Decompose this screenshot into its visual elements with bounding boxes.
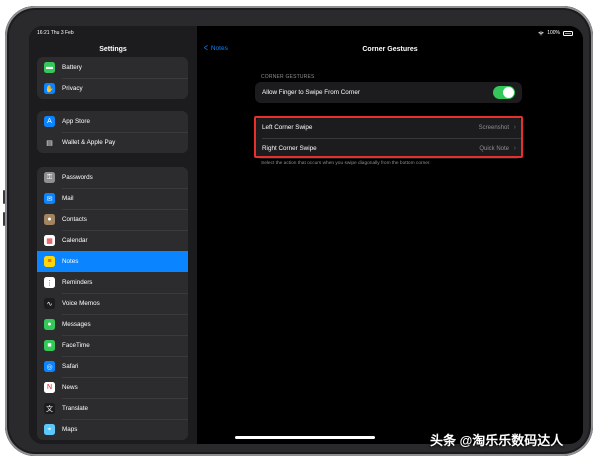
- translate-icon: 文: [44, 403, 55, 414]
- sidebar-item-label: Battery: [62, 64, 82, 71]
- sidebar-item-label: Voice Memos: [62, 300, 100, 307]
- status-time: 16:21 Thu 3 Feb: [37, 30, 74, 36]
- sidebar-item-wallet-apple-pay[interactable]: ▤ Wallet & Apple Pay: [37, 132, 188, 153]
- sidebar-group-system: ▬ Battery ✋ Privacy: [37, 57, 188, 99]
- maps-icon: ⌖: [44, 424, 55, 435]
- ipad-frame: 16:21 Thu 3 Feb 100% Settings ▬ Battery ✋ P…: [5, 6, 593, 456]
- safari-icon: ◎: [44, 361, 55, 372]
- reminders-icon: ⋮: [44, 277, 55, 288]
- side-button: [3, 190, 5, 204]
- status-right: 100%: [538, 30, 573, 36]
- wifi-icon: [538, 31, 544, 35]
- section-footnote: Select the action that occurs when you s…: [261, 161, 431, 166]
- sidebar-item-label: Privacy: [62, 85, 83, 92]
- sidebar-item-label: Calendar: [62, 237, 88, 244]
- sidebar-item-label: Reminders: [62, 279, 93, 286]
- sidebar-item-label: Passwords: [62, 174, 93, 181]
- sidebar-item-translate[interactable]: 文 Translate: [37, 398, 188, 419]
- facetime-icon: ■: [44, 340, 55, 351]
- sidebar-item-label: Maps: [62, 426, 78, 433]
- allow-swipe-toggle[interactable]: [493, 86, 515, 99]
- sidebar-item-label: Contacts: [62, 216, 87, 223]
- sidebar-group-store: A App Store ▤ Wallet & Apple Pay: [37, 111, 188, 153]
- watermark-text: 头条 @淘乐乐数码达人: [430, 433, 564, 448]
- sidebar-group-apps: ⚿ Passwords ✉ Mail ● Contacts ▦ Calendar ≡ Notes ⋮…: [37, 167, 188, 440]
- allow-swipe-row: Allow Finger to Swipe From Corner: [255, 82, 522, 103]
- sidebar-item-battery[interactable]: ▬ Battery: [37, 57, 188, 78]
- sidebar-title: Settings: [99, 46, 127, 53]
- calendar-icon: ▦: [44, 235, 55, 246]
- screen: 16:21 Thu 3 Feb 100% Settings ▬ Battery ✋ P…: [29, 26, 583, 444]
- page-title: Corner Gestures: [362, 46, 418, 53]
- voice-memos-icon: ∿: [44, 298, 55, 309]
- sidebar-item-label: FaceTime: [62, 342, 90, 349]
- sidebar-item-label: Notes: [62, 258, 79, 265]
- battery-percent: 100%: [547, 30, 560, 36]
- sidebar-item-messages[interactable]: ● Messages: [37, 314, 188, 335]
- messages-icon: ●: [44, 319, 55, 330]
- sidebar-item-app-store[interactable]: A App Store: [37, 111, 188, 132]
- battery-indicator-icon: [563, 30, 573, 36]
- highlight-box: [254, 116, 523, 158]
- sidebar-item-label: Translate: [62, 405, 89, 412]
- sidebar-item-passwords[interactable]: ⚿ Passwords: [37, 167, 188, 188]
- sidebar-item-label: Safari: [62, 363, 79, 370]
- sidebar-item-label: Mail: [62, 195, 74, 202]
- sidebar-item-contacts[interactable]: ● Contacts: [37, 209, 188, 230]
- sidebar-item-label: News: [62, 384, 78, 391]
- detail-pane: < Notes Corner Gestures CORNER GESTURES …: [197, 26, 583, 444]
- sidebar-item-label: App Store: [62, 118, 91, 125]
- sidebar-item-mail[interactable]: ✉ Mail: [37, 188, 188, 209]
- sidebar-item-maps[interactable]: ⌖ Maps: [37, 419, 188, 440]
- contacts-icon: ●: [44, 214, 55, 225]
- sidebar-item-reminders[interactable]: ⋮ Reminders: [37, 272, 188, 293]
- home-indicator[interactable]: [235, 436, 375, 439]
- news-icon: N: [44, 382, 55, 393]
- sidebar-item-notes[interactable]: ≡ Notes: [37, 251, 188, 272]
- sidebar-item-voice-memos[interactable]: ∿ Voice Memos: [37, 293, 188, 314]
- key-icon: ⚿: [44, 172, 55, 183]
- app-store-icon: A: [44, 116, 55, 127]
- sidebar-item-safari[interactable]: ◎ Safari: [37, 356, 188, 377]
- sidebar-item-news[interactable]: N News: [37, 377, 188, 398]
- mail-icon: ✉: [44, 193, 55, 204]
- allow-swipe-label: Allow Finger to Swipe From Corner: [262, 89, 360, 96]
- side-button: [3, 212, 5, 226]
- sidebar-item-privacy[interactable]: ✋ Privacy: [37, 78, 188, 99]
- section-header: CORNER GESTURES: [261, 74, 315, 80]
- sidebar-item-label: Messages: [62, 321, 91, 328]
- status-bar: 16:21 Thu 3 Feb 100%: [29, 26, 583, 40]
- allow-swipe-card: Allow Finger to Swipe From Corner: [255, 82, 522, 103]
- wallet-icon: ▤: [44, 137, 55, 148]
- sidebar-item-facetime[interactable]: ■ FaceTime: [37, 335, 188, 356]
- sidebar-item-label: Wallet & Apple Pay: [62, 139, 116, 146]
- sidebar-item-calendar[interactable]: ▦ Calendar: [37, 230, 188, 251]
- battery-icon: ▬: [44, 62, 55, 73]
- notes-icon: ≡: [44, 256, 55, 267]
- settings-sidebar: Settings ▬ Battery ✋ Privacy A App Store ▤ Wal…: [29, 26, 197, 444]
- hand-icon: ✋: [44, 83, 55, 94]
